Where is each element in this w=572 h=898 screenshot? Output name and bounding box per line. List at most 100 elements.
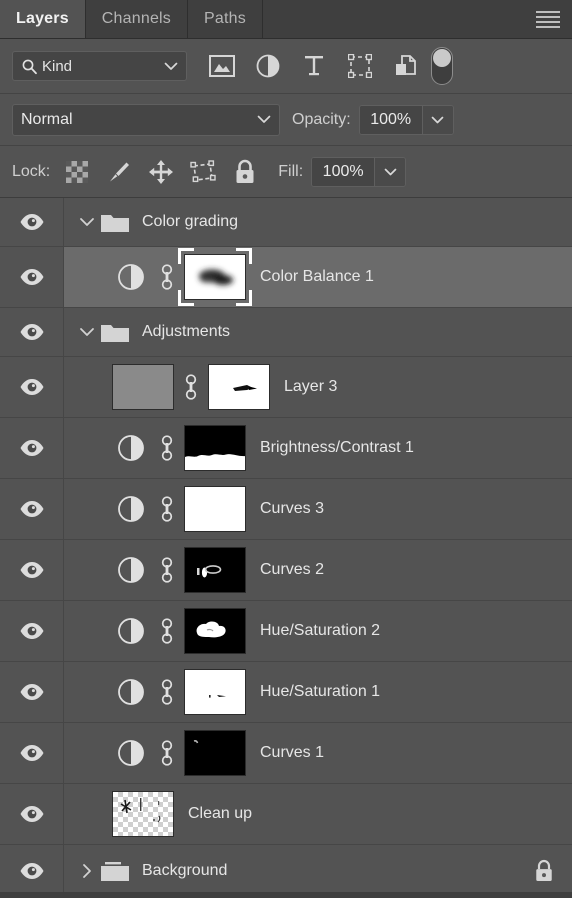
- layer-row-body[interactable]: Color Balance 1: [64, 247, 572, 307]
- tab-layers[interactable]: Layers: [0, 0, 86, 38]
- visibility-toggle[interactable]: [0, 418, 64, 478]
- lock-position-icon[interactable]: [140, 152, 182, 192]
- layer-row-brightness-contrast-1[interactable]: Brightness/Contrast 1: [0, 418, 572, 479]
- link-mask-icon[interactable]: [150, 617, 184, 645]
- lock-closed-icon[interactable]: [534, 859, 554, 883]
- layer-row-body[interactable]: Adjustments: [64, 308, 572, 356]
- layer-name: Adjustments: [142, 323, 231, 340]
- layer-row-body[interactable]: Hue/Saturation 1: [64, 662, 572, 722]
- filter-kind-select[interactable]: Kind: [12, 51, 187, 81]
- layer-thumbnail[interactable]: [112, 364, 174, 410]
- link-mask-icon[interactable]: [150, 263, 184, 291]
- layer-name-cell: Brightness/Contrast 1: [260, 439, 414, 457]
- layer-row-background[interactable]: Background: [0, 845, 572, 898]
- visibility-toggle[interactable]: [0, 308, 64, 356]
- lock-icon-group: [56, 152, 266, 192]
- layer-row-body[interactable]: Curves 3: [64, 479, 572, 539]
- lock-image-pixels-icon[interactable]: [98, 152, 140, 192]
- layer-name-cell: Hue/Saturation 2: [260, 622, 380, 640]
- filter-type-layers-icon[interactable]: [291, 47, 337, 85]
- layer-row-body[interactable]: Curves 2: [64, 540, 572, 600]
- chevron-down-icon[interactable]: [74, 217, 100, 227]
- chevron-down-icon[interactable]: [74, 327, 100, 337]
- layer-mask-thumbnail[interactable]: [184, 730, 246, 776]
- layer-row-layer-3[interactable]: Layer 3: [0, 357, 572, 418]
- layer-row-color-grading[interactable]: Color grading: [0, 198, 572, 247]
- visibility-toggle[interactable]: [0, 540, 64, 600]
- layer-mask-thumbnail-wrap[interactable]: [178, 248, 252, 306]
- layers-panel: Layers Channels Paths Kind Normal Opacit…: [0, 0, 572, 898]
- layer-thumbnail[interactable]: [112, 791, 174, 837]
- fill-dropdown-arrow[interactable]: [374, 157, 406, 186]
- fill-label: Fill:: [278, 162, 304, 180]
- layer-row-body[interactable]: Clean up: [64, 784, 572, 844]
- panel-tab-bar: Layers Channels Paths: [0, 0, 572, 39]
- layer-row-color-balance-1[interactable]: Color Balance 1: [0, 247, 572, 308]
- visibility-toggle[interactable]: [0, 357, 64, 417]
- layer-row-body[interactable]: Curves 1: [64, 723, 572, 783]
- layer-row-curves-1[interactable]: Curves 1: [0, 723, 572, 784]
- layer-mask-thumbnail[interactable]: [208, 364, 270, 410]
- layer-mask-thumbnail[interactable]: [184, 486, 246, 532]
- layer-name-cell: Color Balance 1: [260, 268, 374, 286]
- fill-field[interactable]: 100%: [311, 156, 407, 187]
- opacity-field[interactable]: 100%: [358, 104, 454, 135]
- link-mask-icon[interactable]: [150, 678, 184, 706]
- layer-row-curves-3[interactable]: Curves 3: [0, 479, 572, 540]
- opacity-value[interactable]: 100%: [359, 105, 422, 134]
- blend-opacity-row: Normal Opacity: 100%: [0, 94, 572, 146]
- fill-value[interactable]: 100%: [312, 157, 375, 186]
- layer-row-curves-2[interactable]: Curves 2: [0, 540, 572, 601]
- layer-mask-thumbnail[interactable]: [184, 608, 246, 654]
- visibility-toggle[interactable]: [0, 845, 64, 897]
- adjustment-layer-icon: [112, 434, 150, 462]
- link-mask-icon[interactable]: [150, 495, 184, 523]
- link-mask-icon[interactable]: [150, 434, 184, 462]
- chevron-right-icon[interactable]: [74, 863, 100, 879]
- lock-transparent-pixels-icon[interactable]: [56, 152, 98, 192]
- layer-row-body[interactable]: Background: [64, 845, 572, 897]
- tab-layers-label: Layers: [16, 10, 69, 27]
- layer-row-adjustments[interactable]: Adjustments: [0, 308, 572, 357]
- layer-name: Color grading: [142, 213, 239, 230]
- layer-row-body[interactable]: Color grading: [64, 198, 572, 246]
- layer-row-body[interactable]: Brightness/Contrast 1: [64, 418, 572, 478]
- layer-list: Color grading Color Balance 1 Adjustment…: [0, 198, 572, 898]
- folder-icon: [100, 320, 130, 344]
- lock-fill-row: Lock: Fill: 100%: [0, 146, 572, 198]
- tab-paths[interactable]: Paths: [188, 0, 263, 38]
- layer-row-hue-saturation-2[interactable]: Hue/Saturation 2: [0, 601, 572, 662]
- layer-row-body[interactable]: Hue/Saturation 2: [64, 601, 572, 661]
- opacity-dropdown-arrow[interactable]: [421, 105, 453, 134]
- filter-enable-toggle[interactable]: [431, 47, 453, 85]
- hamburger-menu-icon[interactable]: [522, 0, 572, 38]
- visibility-toggle[interactable]: [0, 601, 64, 661]
- link-mask-icon[interactable]: [150, 556, 184, 584]
- lock-all-icon[interactable]: [224, 152, 266, 192]
- layer-mask-thumbnail[interactable]: [184, 669, 246, 715]
- lock-artboard-nesting-icon[interactable]: [182, 152, 224, 192]
- eye-icon: [20, 324, 43, 340]
- filter-adjustment-layers-icon[interactable]: [245, 47, 291, 85]
- filter-pixel-layers-icon[interactable]: [199, 47, 245, 85]
- tab-channels[interactable]: Channels: [86, 0, 188, 38]
- visibility-toggle[interactable]: [0, 662, 64, 722]
- filter-shape-layers-icon[interactable]: [337, 47, 383, 85]
- visibility-toggle[interactable]: [0, 479, 64, 539]
- blend-mode-select[interactable]: Normal: [12, 103, 280, 136]
- visibility-toggle[interactable]: [0, 247, 64, 307]
- layer-row-clean-up[interactable]: Clean up: [0, 784, 572, 845]
- layer-row-body[interactable]: Layer 3: [64, 357, 572, 417]
- visibility-toggle[interactable]: [0, 198, 64, 246]
- layer-row-hue-saturation-1[interactable]: Hue/Saturation 1: [0, 662, 572, 723]
- layer-mask-thumbnail[interactable]: [184, 254, 246, 300]
- link-mask-icon[interactable]: [174, 373, 208, 401]
- layer-mask-thumbnail[interactable]: [184, 547, 246, 593]
- eye-icon: [20, 745, 43, 761]
- visibility-toggle[interactable]: [0, 784, 64, 844]
- layer-mask-thumbnail[interactable]: [184, 425, 246, 471]
- link-mask-icon[interactable]: [150, 739, 184, 767]
- visibility-toggle[interactable]: [0, 723, 64, 783]
- layer-name-cell: Curves 3: [260, 500, 324, 518]
- filter-smart-object-layers-icon[interactable]: [383, 47, 429, 85]
